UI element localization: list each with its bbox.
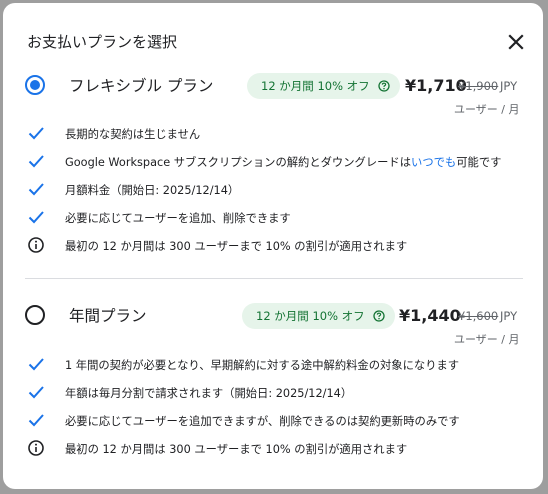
payment-plan-dialog: お支払いプランを選択 フレキシブル プラン 12 か月間 10% オフ ¥1,7… (3, 3, 543, 489)
check-icon (28, 211, 44, 224)
plan-flexible-radio[interactable] (25, 75, 45, 95)
feature-item: 必要に応じてユーザーを追加、削除できます (3, 207, 543, 229)
help-icon[interactable] (373, 310, 385, 322)
feature-item: Google Workspace サブスクリプションの解約とダウングレードはいつ… (3, 151, 543, 173)
feature-text: 必要に応じてユーザーを追加、削除できます (65, 212, 291, 225)
feature-text: Google Workspace サブスクリプションの解約とダウングレードはいつ… (65, 154, 501, 170)
plan-annual-unit: ユーザー / 月 (454, 333, 520, 346)
feature-text: 必要に応じてユーザーを追加できますが、削除できるのは契約更新時のみです (65, 415, 460, 428)
discount-badge: 12 か月間 10% オフ (247, 73, 400, 99)
feature-text-after: 可能です (456, 156, 502, 169)
feature-item: 年額は毎月分割で請求されます（開始日: 2025/12/14） (3, 382, 543, 404)
dialog-title: お支払いプランを選択 (27, 33, 178, 51)
discount-badge-label: 12 か月間 10% オフ (261, 79, 370, 93)
feature-item: 最初の 12 か月間は 300 ユーザーまで 10% の割引が適用されます (3, 438, 543, 460)
discount-badge-label: 12 か月間 10% オフ (256, 309, 365, 323)
anytime-link[interactable]: いつでも (411, 156, 456, 169)
check-icon (28, 127, 44, 140)
feature-item: 最初の 12 か月間は 300 ユーザーまで 10% の割引が適用されます (3, 235, 543, 257)
plan-annual-original-price: ¥1,600 (458, 309, 499, 323)
feature-text: 1 年間の契約が必要となり、早期解約に対する途中解約料金の対象になります (65, 359, 460, 372)
check-icon (28, 155, 44, 168)
feature-text: 長期的な契約は生じません (65, 128, 201, 141)
close-icon[interactable] (503, 29, 529, 55)
feature-item: 長期的な契約は生じません (3, 123, 543, 145)
plan-flexible-currency: JPY (500, 79, 518, 93)
feature-text: 月額料金（開始日: 2025/12/14） (65, 184, 240, 197)
plan-annual-name: 年間プラン (69, 307, 147, 325)
help-icon[interactable] (378, 80, 390, 92)
feature-text: 最初の 12 か月間は 300 ユーザーまで 10% の割引が適用されます (65, 443, 408, 456)
feature-text-before: Google Workspace サブスクリプションの解約とダウングレードは (65, 156, 412, 169)
info-icon (28, 440, 44, 456)
check-icon (28, 183, 44, 196)
check-icon (28, 358, 44, 371)
plan-flexible-name: フレキシブル プラン (69, 77, 214, 95)
divider (25, 278, 523, 279)
feature-text: 年額は毎月分割で請求されます（開始日: 2025/12/14） (65, 387, 353, 400)
plan-flexible-original-price: ¥1,900 (458, 79, 499, 93)
info-icon (28, 237, 44, 253)
check-icon (28, 386, 44, 399)
feature-item: 月額料金（開始日: 2025/12/14） (3, 179, 543, 201)
feature-item: 必要に応じてユーザーを追加できますが、削除できるのは契約更新時のみです (3, 410, 543, 432)
plan-annual-currency: JPY (500, 309, 518, 323)
check-icon (28, 414, 44, 427)
plan-annual-price: ¥1,440 (399, 306, 461, 325)
plan-flexible-unit: ユーザー / 月 (454, 103, 520, 116)
feature-item: 1 年間の契約が必要となり、早期解約に対する途中解約料金の対象になります (3, 354, 543, 376)
discount-badge: 12 か月間 10% オフ (242, 303, 395, 329)
plan-annual-radio[interactable] (25, 305, 45, 325)
feature-text: 最初の 12 か月間は 300 ユーザーまで 10% の割引が適用されます (65, 240, 408, 253)
